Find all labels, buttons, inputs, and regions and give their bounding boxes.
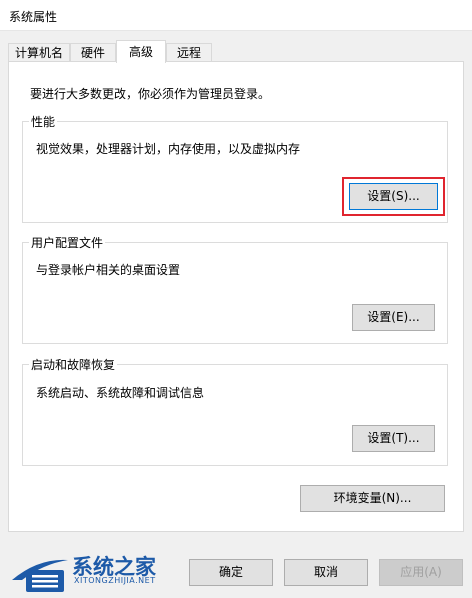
startup-recovery-group-title: 启动和故障恢复: [29, 356, 118, 373]
tab-advanced[interactable]: 高级: [116, 40, 166, 63]
user-profiles-group-title: 用户配置文件: [29, 234, 106, 251]
tab-remote[interactable]: 远程: [166, 43, 212, 62]
ok-button[interactable]: 确定: [189, 559, 273, 586]
startup-recovery-settings-button[interactable]: 设置(T)...: [352, 425, 435, 452]
environment-variables-button[interactable]: 环境变量(N)...: [300, 485, 445, 512]
performance-desc: 视觉效果，处理器计划，内存使用，以及虚拟内存: [36, 142, 301, 156]
user-profiles-settings-button[interactable]: 设置(E)...: [352, 304, 435, 331]
tab-strip: 计算机名 硬件 高级 远程: [8, 40, 464, 63]
startup-recovery-desc: 系统启动、系统故障和调试信息: [36, 386, 205, 400]
cancel-button[interactable]: 取消: [284, 559, 368, 586]
apply-button[interactable]: 应用(A): [379, 559, 463, 586]
admin-notice: 要进行大多数更改，你必须作为管理员登录。: [30, 87, 271, 101]
window-title: 系统属性: [9, 10, 58, 24]
highlight-box: [342, 177, 445, 216]
user-profiles-desc: 与登录帐户相关的桌面设置: [36, 263, 181, 277]
watermark-url: XITONGZHIJIA.NET: [74, 576, 156, 585]
performance-group-title: 性能: [29, 113, 58, 130]
tab-computer-name[interactable]: 计算机名: [8, 43, 70, 62]
title-bar: 系统属性: [0, 0, 472, 31]
tab-hardware[interactable]: 硬件: [70, 43, 116, 62]
